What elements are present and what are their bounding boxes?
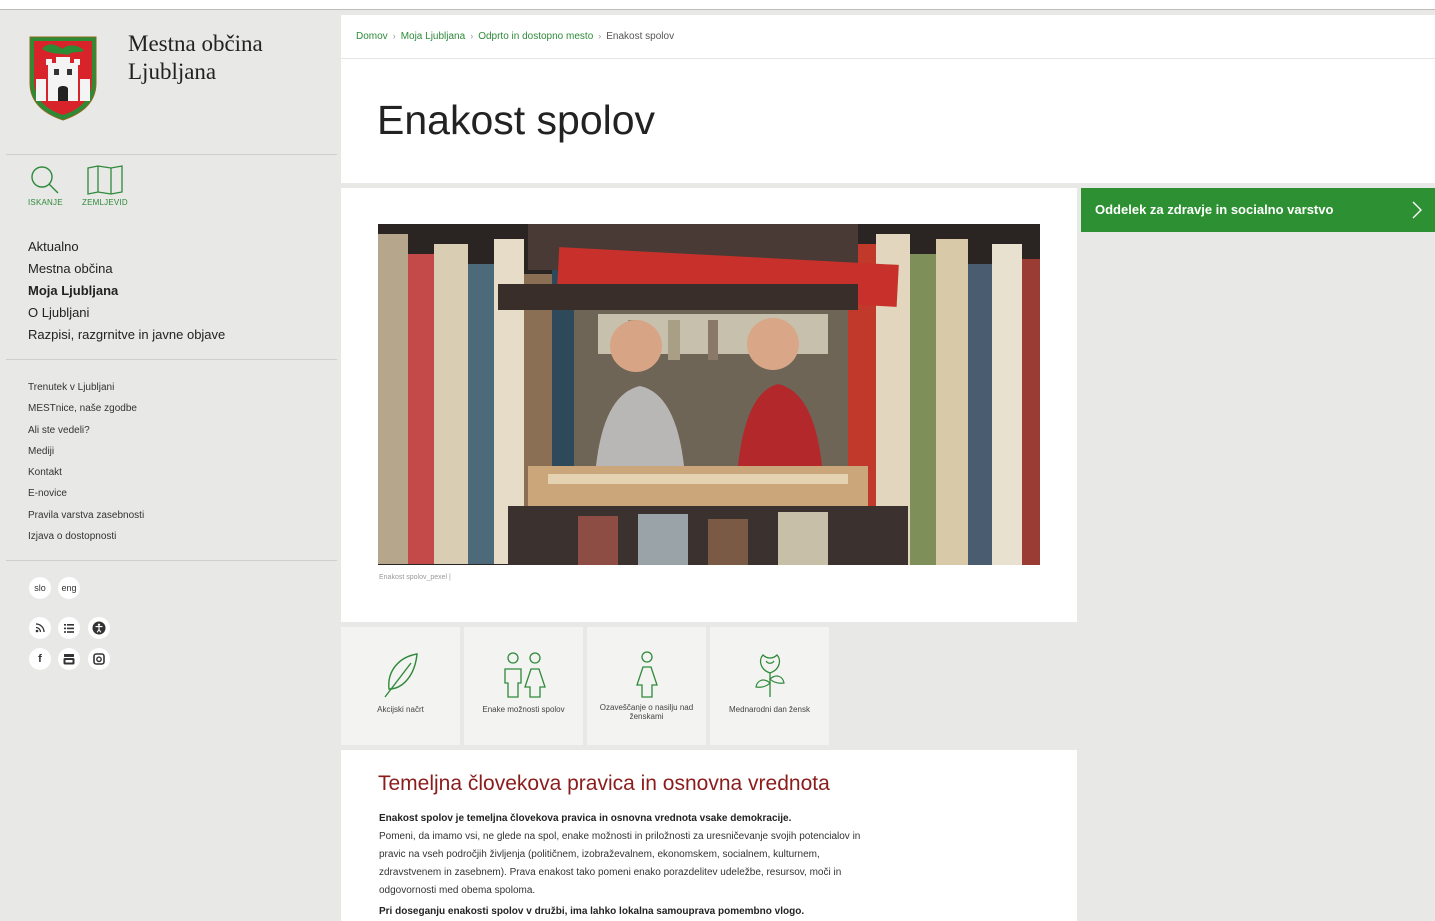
sub-nav-item[interactable]: Pravila varstva zasebnosti: [28, 505, 144, 526]
sidebar: Mestna občina Ljubljana ISKANJE ZEMLJEVI…: [6, 15, 337, 921]
sidebar-divider: [6, 560, 337, 561]
instagram-icon: [93, 653, 105, 665]
map-tool-label: ZEMLJEVID: [82, 198, 128, 207]
rss-icon: [35, 623, 45, 633]
main-navigation: Aktualno Mestna občina Moja Ljubljana O …: [28, 236, 225, 346]
page-title: Enakost spolov: [377, 97, 656, 143]
map-tool[interactable]: ZEMLJEVID: [82, 165, 128, 207]
title-bar: Enakost spolov: [341, 59, 1435, 183]
main-nav-item-o-ljubljani[interactable]: O Ljubljani: [28, 302, 225, 324]
breadcrumb-odprto-mesto-link[interactable]: Odprto in dostopno mesto: [478, 31, 593, 42]
main-nav-item-aktualno[interactable]: Aktualno: [28, 236, 225, 258]
facebook-icon: f: [38, 653, 42, 665]
department-link[interactable]: Oddelek za zdravje in socialno varstvo: [1081, 188, 1435, 232]
list-button[interactable]: [58, 617, 80, 639]
article: Temeljna človekova pravica in osnovna vr…: [341, 750, 1077, 921]
search-tool[interactable]: ISKANJE: [28, 165, 63, 207]
sub-nav-item[interactable]: Mediji: [28, 441, 144, 462]
breadcrumb-bar: Domov › Moja Ljubljana › Odprto in dostopno …: [341, 15, 1435, 59]
breadcrumb-separator-icon: ›: [598, 31, 602, 41]
tile-label: Ozaveščanje o nasilju nad ženskami: [599, 703, 694, 721]
rss-button[interactable]: [29, 617, 51, 639]
accessibility-icon: [92, 621, 106, 635]
language-slo-button[interactable]: slo: [29, 577, 51, 599]
tile-label: Mednarodni dan žensk: [729, 705, 810, 714]
article-lead: Enakost spolov je temeljna človekova pra…: [379, 813, 792, 824]
sub-nav-item[interactable]: Ali ste vedeli?: [28, 420, 144, 441]
site-name-line2: Ljubljana: [128, 59, 217, 84]
tile-mednarodni-dan[interactable]: Mednarodni dan žensk: [710, 627, 829, 745]
search-tool-label: ISKANJE: [28, 198, 63, 207]
sub-nav-item[interactable]: Izjava o dostopnosti: [28, 526, 144, 547]
breadcrumb: Domov › Moja Ljubljana › Odprto in dostopno …: [356, 31, 674, 42]
chevron-right-icon: [1412, 201, 1422, 219]
hero-card: Enakost spolov_pexel |: [341, 188, 1077, 622]
hero-image[interactable]: [378, 224, 1040, 565]
department-link-label: Oddelek za zdravje in socialno varstvo: [1095, 202, 1334, 217]
quick-links: Akcijski načrt Enake možnosti spolov Oza…: [341, 627, 1077, 747]
sub-nav-item[interactable]: MESTnice, naše zgodbe: [28, 398, 144, 419]
secondary-navigation: Trenutek v Ljubljani MESTnice, naše zgod…: [28, 377, 144, 547]
woman-icon: [635, 651, 658, 698]
site-name[interactable]: Mestna občina Ljubljana: [128, 30, 263, 86]
breadcrumb-current: Enakost spolov: [606, 31, 675, 42]
breadcrumb-separator-icon: ›: [392, 31, 396, 41]
accessibility-button[interactable]: [88, 617, 110, 639]
breadcrumb-moja-ljubljana-link[interactable]: Moja Ljubljana: [401, 31, 466, 42]
youtube-button[interactable]: [58, 648, 80, 670]
list-icon: [64, 623, 74, 633]
sub-nav-item[interactable]: Trenutek v Ljubljani: [28, 377, 144, 398]
main-nav-item-moja-ljubljana[interactable]: Moja Ljubljana: [28, 280, 225, 302]
tile-label: Akcijski načrt: [377, 705, 424, 714]
instagram-button[interactable]: [88, 648, 110, 670]
hero-caption: Enakost spolov_pexel |: [379, 574, 451, 581]
feather-icon: [383, 653, 418, 698]
tile-enake-moznosti[interactable]: Enake možnosti spolov: [464, 627, 583, 745]
language-eng-button[interactable]: eng: [58, 577, 80, 599]
sidebar-divider: [6, 359, 337, 360]
article-paragraph-2: Pri doseganju enakosti spolov v družbi, …: [379, 906, 805, 917]
youtube-icon: [63, 654, 75, 665]
main-nav-item-razpisi[interactable]: Razpisi, razgrnitve in javne objave: [28, 324, 225, 346]
sub-nav-item[interactable]: Kontakt: [28, 462, 144, 483]
site-name-line1: Mestna občina: [128, 31, 263, 56]
article-body: Pomeni, da imamo vsi, ne glede na spol, …: [379, 831, 861, 896]
city-coat-of-arms-logo[interactable]: [28, 35, 98, 121]
tile-label: Enake možnosti spolov: [482, 705, 565, 714]
books-photo: [378, 224, 1040, 565]
search-icon: [31, 166, 59, 194]
tile-ozavescanje[interactable]: Ozaveščanje o nasilju nad ženskami: [587, 627, 706, 745]
sidebar-divider: [6, 154, 337, 155]
tile-akcijski-nacrt[interactable]: Akcijski načrt: [341, 627, 460, 745]
top-line: [0, 0, 1435, 10]
breadcrumb-separator-icon: ›: [470, 31, 474, 41]
rose-icon: [754, 654, 785, 697]
breadcrumb-home-link[interactable]: Domov: [356, 31, 388, 42]
man-woman-icon: [503, 652, 546, 698]
sub-nav-item[interactable]: E-novice: [28, 483, 144, 504]
main-nav-item-mestna-obcina[interactable]: Mestna občina: [28, 258, 225, 280]
facebook-button[interactable]: f: [29, 648, 51, 670]
article-heading: Temeljna človekova pravica in osnovna vr…: [378, 772, 830, 795]
map-icon: [87, 165, 123, 195]
article-paragraph: Enakost spolov je temeljna človekova pra…: [379, 810, 864, 900]
